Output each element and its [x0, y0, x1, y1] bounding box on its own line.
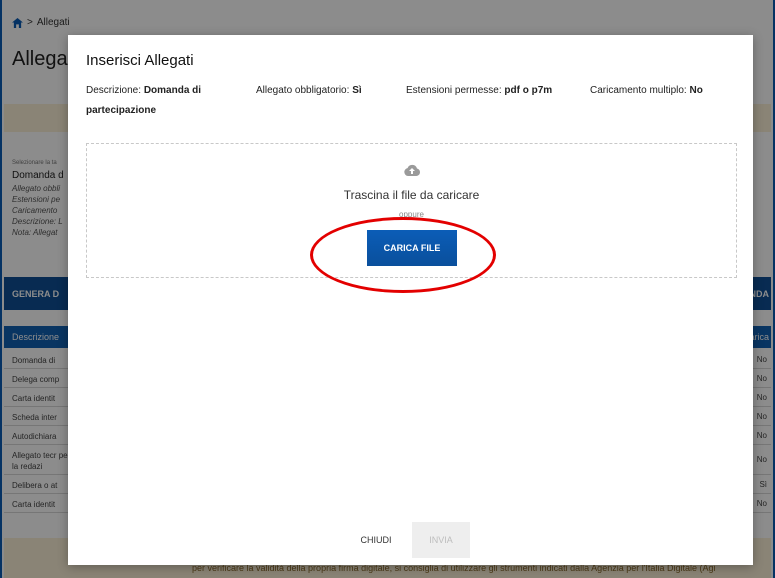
meta-description-label: Descrizione: — [86, 85, 142, 96]
meta-extensions-label: Estensioni permesse: — [406, 85, 502, 96]
upload-dialog: Inserisci Allegati Descrizione: Domanda … — [68, 35, 753, 565]
cloud-upload-icon — [404, 164, 420, 176]
meta-multiple: Caricamento multiplo: No — [590, 81, 750, 101]
meta-extensions: Estensioni permesse: pdf o p7m — [406, 81, 566, 101]
meta-description: Descrizione: Domanda di partecipazione — [86, 81, 226, 121]
upload-file-button[interactable]: CARICA FILE — [367, 230, 457, 266]
meta-multiple-value: No — [689, 85, 703, 96]
send-button[interactable]: INVIA — [412, 522, 470, 558]
meta-extensions-value: pdf o p7m — [504, 85, 553, 96]
close-button[interactable]: CHIUDI — [352, 522, 400, 558]
meta-mandatory: Allegato obbligatorio: Sì — [256, 81, 406, 101]
meta-mandatory-value: Sì — [352, 85, 362, 96]
dropzone-text: Trascina il file da caricare — [343, 188, 480, 202]
file-dropzone[interactable]: Trascina il file da caricare oppure CARI… — [86, 143, 737, 278]
dialog-title: Inserisci Allegati — [86, 52, 194, 69]
dropzone-or: oppure — [399, 210, 424, 219]
meta-multiple-label: Caricamento multiplo: — [590, 85, 687, 96]
meta-mandatory-label: Allegato obbligatorio: — [256, 85, 350, 96]
